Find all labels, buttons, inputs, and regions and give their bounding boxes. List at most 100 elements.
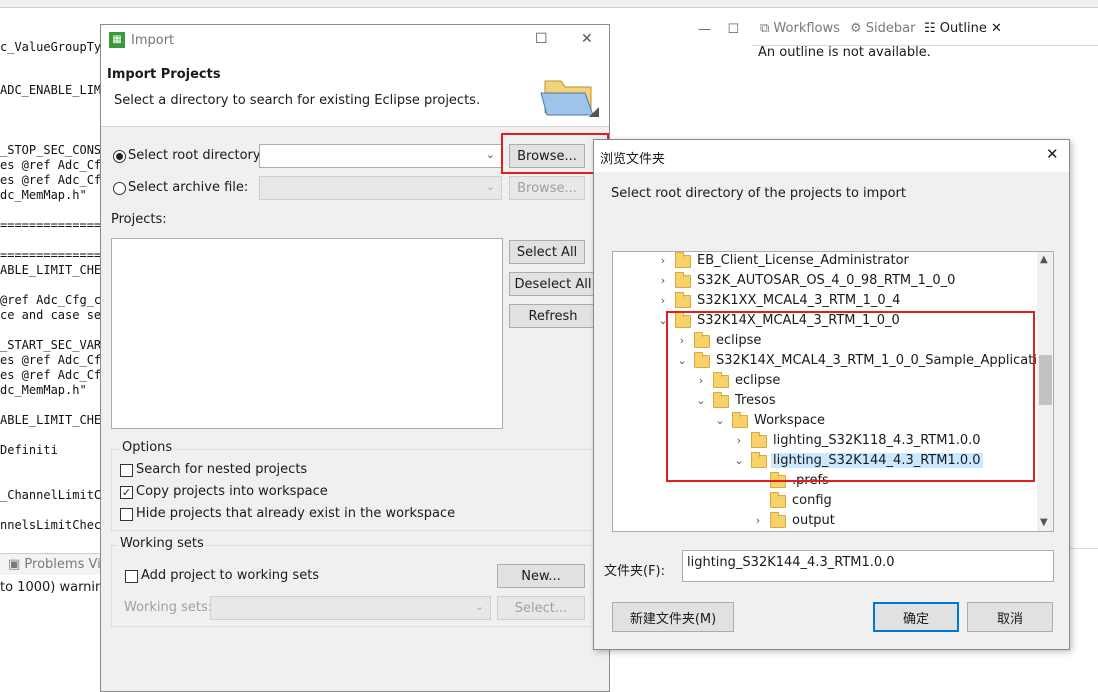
tree-item-label: S32K1XX_MCAL4_3_RTM_1_0_4 bbox=[697, 293, 901, 308]
code-line: ce and case sen bbox=[0, 308, 100, 322]
folder-icon bbox=[675, 272, 691, 288]
folder-wizard-icon bbox=[540, 80, 599, 117]
options-title: Options bbox=[120, 440, 175, 455]
code-line: ABLE_LIMIT_CHEC bbox=[0, 263, 100, 277]
folder-icon bbox=[675, 292, 691, 308]
page-title: Import Projects bbox=[107, 67, 221, 82]
tree-item-label: output bbox=[792, 513, 835, 528]
projects-list[interactable] bbox=[111, 238, 503, 429]
archive-file-label: Select archive file: bbox=[128, 180, 249, 195]
hide-existing-label: Hide projects that already exist in the … bbox=[136, 506, 456, 521]
archive-browse-button[interactable]: Browse... bbox=[509, 176, 585, 200]
tab-outline[interactable]: ☷ Outline ✕ bbox=[924, 21, 1002, 36]
folder-name-field[interactable]: lighting_S32K144_4.3_RTM1.0.0 bbox=[682, 550, 1054, 582]
tree-item-label: config bbox=[792, 493, 832, 508]
warning-summary: to 1000) warning bbox=[0, 580, 112, 595]
chevron-down-icon: ⌄ bbox=[485, 148, 495, 161]
tree-item[interactable]: › S32K_AUTOSAR_OS_4_0_98_RTM_1_0_0 bbox=[613, 272, 1033, 292]
editor-window-controls[interactable]: — ☐ bbox=[698, 22, 739, 37]
archive-file-radio[interactable] bbox=[113, 182, 126, 195]
tree-item[interactable]: › S32K1XX_MCAL4_3_RTM_1_0_4 bbox=[613, 292, 1033, 312]
code-line: nnelsLimitCheck bbox=[0, 518, 100, 532]
close-icon[interactable]: ✕ bbox=[1046, 145, 1059, 163]
code-line: ABLE_LIMIT_CHEC bbox=[0, 413, 100, 427]
code-line: ================ bbox=[0, 218, 100, 232]
nested-projects-checkbox[interactable] bbox=[120, 464, 133, 477]
tab-workflows[interactable]: ⧉ Workflows bbox=[760, 21, 840, 36]
tab-sidebar[interactable]: ⚙ Sidebar bbox=[850, 21, 915, 36]
right-view-tabs: ⧉ Workflows ⚙ Sidebar ☷ Outline ✕ bbox=[752, 16, 1098, 46]
highlight-box bbox=[666, 311, 1035, 482]
workflows-icon: ⧉ bbox=[760, 21, 774, 36]
cancel-button[interactable]: 取消 bbox=[967, 602, 1053, 632]
folder-icon bbox=[770, 512, 786, 528]
import-dialog: ▦ Import ☐ ✕ Import Projects Select a di… bbox=[100, 24, 610, 692]
new-working-set-button[interactable]: New... bbox=[497, 564, 585, 588]
working-sets-label: Working sets: bbox=[124, 600, 213, 615]
select-all-button[interactable]: Select All bbox=[509, 240, 585, 264]
tree-item-label: S32K_AUTOSAR_OS_4_0_98_RTM_1_0_0 bbox=[697, 273, 956, 288]
code-line: es @ref Adc_Cfg bbox=[0, 353, 100, 367]
add-working-set-checkbox[interactable] bbox=[125, 570, 138, 583]
tree-item-label: EB_Client_License_Administrator bbox=[697, 253, 909, 268]
root-directory-combo[interactable]: ⌄ bbox=[259, 144, 502, 168]
tree-item[interactable]: › output bbox=[613, 512, 1033, 531]
code-line: ================ bbox=[0, 248, 100, 262]
code-line: es @ref Adc_Cfg bbox=[0, 173, 100, 187]
folder-icon bbox=[770, 492, 786, 508]
code-line: dc_MemMap.h" bbox=[0, 188, 87, 202]
working-sets-combo[interactable]: ⌄ bbox=[210, 596, 491, 620]
chevron-down-icon: ⌄ bbox=[485, 180, 495, 193]
code-line: @ref Adc_Cfg_c bbox=[0, 293, 100, 307]
outline-icon: ☷ bbox=[924, 21, 940, 36]
ide-toolbar bbox=[0, 0, 1098, 8]
code-line: _START_SEC_VAR_ bbox=[0, 338, 100, 352]
new-folder-button[interactable]: 新建文件夹(M) bbox=[612, 602, 734, 632]
code-line: es @ref Adc_Cfg bbox=[0, 158, 100, 172]
refresh-button[interactable]: Refresh bbox=[509, 304, 597, 328]
folder-label: 文件夹(F): bbox=[604, 564, 666, 579]
code-line: Definiti bbox=[0, 443, 58, 457]
working-sets-title: Working sets bbox=[118, 536, 206, 551]
code-line: es @ref Adc_Cfg bbox=[0, 368, 100, 382]
chevron-right-icon[interactable]: › bbox=[657, 274, 669, 287]
ok-button[interactable]: 确定 bbox=[873, 602, 959, 632]
problems-view-label: ▣ Problems Vie bbox=[8, 557, 109, 572]
code-line: _STOP_SEC_CONST bbox=[0, 143, 100, 157]
archive-file-combo[interactable]: ⌄ bbox=[259, 176, 502, 200]
copy-projects-label: Copy projects into workspace bbox=[136, 484, 328, 499]
page-description: Select a directory to search for existin… bbox=[114, 93, 481, 108]
code-line: dc_MemMap.h" bbox=[0, 383, 87, 397]
select-working-set-button[interactable]: Select... bbox=[497, 596, 585, 620]
code-line: _ChannelLimitCh bbox=[0, 488, 100, 502]
wizard-header: Import Projects Select a directory to se… bbox=[101, 57, 609, 127]
chevron-right-icon[interactable]: › bbox=[657, 254, 669, 267]
close-icon[interactable]: ✕ bbox=[581, 31, 593, 47]
scrollbar-thumb[interactable] bbox=[1039, 355, 1052, 405]
chevron-right-icon[interactable]: › bbox=[657, 294, 669, 307]
close-icon[interactable]: ✕ bbox=[987, 21, 1002, 36]
scroll-up-icon[interactable]: ▲ bbox=[1040, 254, 1048, 265]
dialog-title: Import bbox=[131, 33, 175, 48]
folder-icon bbox=[675, 252, 691, 268]
hide-existing-checkbox[interactable] bbox=[120, 508, 133, 521]
import-titlebar: ▦ Import ☐ ✕ bbox=[101, 25, 609, 57]
browse-prompt: Select root directory of the projects to… bbox=[611, 186, 906, 201]
browse-titlebar: 浏览文件夹 ✕ bbox=[594, 140, 1069, 172]
tree-item[interactable]: config bbox=[613, 492, 1033, 512]
copy-projects-checkbox[interactable]: ✓ bbox=[120, 486, 133, 499]
code-line: ADC_ENABLE_LIMI bbox=[0, 83, 100, 97]
root-directory-radio[interactable] bbox=[113, 150, 126, 163]
code-line: c_ValueGroupTyp bbox=[0, 40, 100, 54]
code-editor[interactable]: c_ValueGroupTyp ADC_ENABLE_LIMI _STOP_SE… bbox=[0, 8, 100, 548]
scroll-down-icon[interactable]: ▼ bbox=[1040, 517, 1048, 528]
tree-item[interactable]: › EB_Client_License_Administrator bbox=[613, 252, 1033, 272]
chevron-down-icon: ⌄ bbox=[474, 600, 484, 613]
eclipse-app-icon: ▦ bbox=[109, 32, 125, 48]
root-directory-label: Select root directory: bbox=[128, 148, 265, 163]
maximize-icon[interactable]: ☐ bbox=[535, 31, 548, 47]
outline-message: An outline is not available. bbox=[758, 45, 931, 60]
deselect-all-button[interactable]: Deselect All bbox=[509, 272, 597, 296]
sidebar-icon: ⚙ bbox=[850, 21, 866, 36]
chevron-right-icon[interactable]: › bbox=[752, 514, 764, 527]
